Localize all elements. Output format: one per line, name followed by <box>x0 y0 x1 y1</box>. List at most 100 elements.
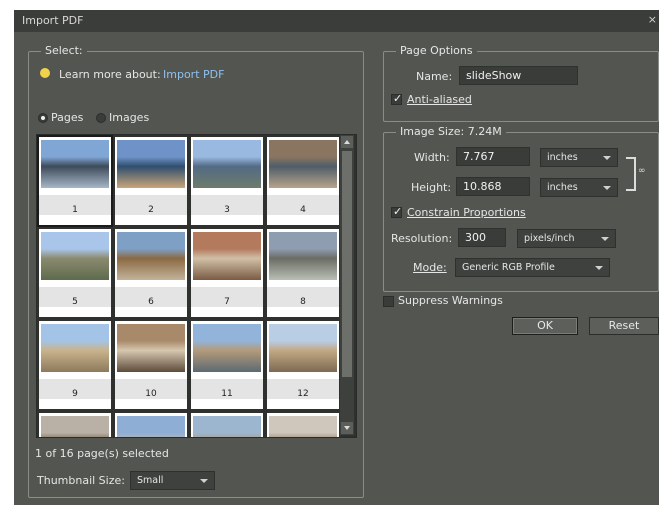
page-thumbnail[interactable]: 9 <box>39 321 111 409</box>
page-number: 11 <box>221 389 233 399</box>
images-radio[interactable] <box>96 113 106 123</box>
lightbulb-icon <box>40 68 50 78</box>
page-number: 10 <box>145 389 157 399</box>
page-preview-image <box>41 232 109 280</box>
import-pdf-dialog: Import PDF × Select: Learn more about: I… <box>14 10 659 505</box>
height-unit-value: inches <box>547 182 578 193</box>
page-number: 6 <box>148 297 154 307</box>
width-unit-select[interactable]: inches <box>540 148 618 167</box>
page-thumbnail[interactable]: 7 <box>191 229 263 317</box>
import-pdf-help-link[interactable]: Import PDF <box>163 68 224 81</box>
page-number: 12 <box>297 389 309 399</box>
page-options-group: Page Options <box>383 44 659 122</box>
page-thumbnail[interactable]: 4 <box>267 137 339 225</box>
chevron-down-icon <box>603 156 611 160</box>
name-value: slideShow <box>466 69 522 82</box>
selection-status: 1 of 16 page(s) selected <box>35 447 169 460</box>
suppress-warnings-checkbox[interactable] <box>383 296 394 307</box>
page-thumbnail[interactable] <box>39 413 111 437</box>
chevron-down-icon <box>595 266 603 270</box>
page-number: 9 <box>72 389 78 399</box>
constrain-bracket <box>626 157 636 191</box>
page-thumbnail[interactable] <box>191 413 263 437</box>
page-thumbnail[interactable]: 10 <box>115 321 187 409</box>
page-preview-image <box>269 416 337 437</box>
thumbnail-scrollbar[interactable] <box>340 135 354 435</box>
page-preview-image <box>41 416 109 437</box>
page-thumbnail[interactable]: 8 <box>267 229 339 317</box>
thumbnail-size-value: Small <box>137 475 164 486</box>
window-title: Import PDF <box>22 14 84 27</box>
width-value: 7.767 <box>463 150 495 163</box>
suppress-warnings-label[interactable]: Suppress Warnings <box>398 294 503 307</box>
constrain-proportions-checkbox[interactable]: ✓ <box>391 205 403 218</box>
page-number: 3 <box>224 205 230 215</box>
resolution-unit-select[interactable]: pixels/inch <box>517 229 616 248</box>
width-label: Width: <box>414 151 450 164</box>
mode-select[interactable]: Generic RGB Profile <box>455 258 610 277</box>
page-preview-image <box>269 140 337 188</box>
page-preview-image <box>193 324 261 372</box>
thumbnail-size-select[interactable]: Small <box>130 471 215 490</box>
ok-button[interactable]: OK <box>512 317 578 335</box>
page-thumbnail[interactable]: 1 <box>37 135 113 227</box>
pages-radio[interactable] <box>38 113 48 123</box>
chevron-down-icon <box>344 426 350 430</box>
resolution-value: 300 <box>465 231 486 244</box>
name-label: Name: <box>416 70 453 83</box>
page-preview-image <box>117 140 185 188</box>
page-preview-image <box>117 324 185 372</box>
page-number: 8 <box>300 297 306 307</box>
resolution-label: Resolution: <box>391 232 453 245</box>
scroll-down-button[interactable] <box>341 422 353 434</box>
anti-aliased-checkbox[interactable]: ✓ <box>391 92 403 105</box>
checkmark-icon: ✓ <box>393 205 403 218</box>
page-thumbnail[interactable] <box>115 413 187 437</box>
height-unit-select[interactable]: inches <box>540 178 618 197</box>
page-preview-image <box>193 140 261 188</box>
link-icon: ∞ <box>638 166 646 176</box>
page-thumbnail[interactable]: 12 <box>267 321 339 409</box>
page-preview-image <box>41 140 109 188</box>
page-preview-image <box>117 416 185 437</box>
page-thumbnail[interactable]: 2 <box>115 137 187 225</box>
height-value: 10.868 <box>463 180 502 193</box>
page-thumbnail[interactable]: 6 <box>115 229 187 317</box>
page-preview-image <box>117 232 185 280</box>
chevron-down-icon <box>601 237 609 241</box>
close-icon[interactable]: × <box>648 13 657 26</box>
page-thumbnail[interactable]: 5 <box>39 229 111 317</box>
thumbnail-grid[interactable]: 1 2 3 4 5 6 7 8 9 10 11 12 <box>36 134 357 438</box>
page-preview-image <box>269 232 337 280</box>
reset-button[interactable]: Reset <box>589 317 659 335</box>
page-number: 7 <box>224 297 230 307</box>
checkmark-icon: ✓ <box>393 92 403 105</box>
chevron-down-icon <box>603 186 611 190</box>
mode-value: Generic RGB Profile <box>462 262 555 273</box>
page-number: 5 <box>72 297 78 307</box>
constrain-proportions-label[interactable]: Constrain Proportions <box>407 206 526 219</box>
name-input[interactable]: slideShow <box>459 66 578 85</box>
page-thumbnail[interactable] <box>267 413 339 437</box>
height-label: Height: <box>411 181 452 194</box>
scrollbar-thumb[interactable] <box>342 151 352 377</box>
page-thumbnail[interactable]: 3 <box>191 137 263 225</box>
mode-label: Mode: <box>413 261 447 274</box>
page-preview-image <box>193 232 261 280</box>
page-preview-image <box>41 324 109 372</box>
width-unit-value: inches <box>547 152 578 163</box>
image-size-legend: Image Size: 7.24M <box>396 125 506 138</box>
select-legend: Select: <box>41 44 87 57</box>
page-options-legend: Page Options <box>396 44 477 57</box>
resolution-input[interactable]: 300 <box>458 228 506 247</box>
page-preview-image <box>269 324 337 372</box>
page-number: 1 <box>72 205 78 215</box>
scroll-up-button[interactable] <box>341 136 353 148</box>
height-input[interactable]: 10.868 <box>456 177 530 196</box>
chevron-down-icon <box>200 479 208 483</box>
anti-aliased-label[interactable]: Anti-aliased <box>407 93 472 106</box>
page-thumbnail[interactable]: 11 <box>191 321 263 409</box>
images-radio-label[interactable]: Images <box>109 111 149 124</box>
pages-radio-label[interactable]: Pages <box>51 111 83 124</box>
width-input[interactable]: 7.767 <box>456 147 530 166</box>
